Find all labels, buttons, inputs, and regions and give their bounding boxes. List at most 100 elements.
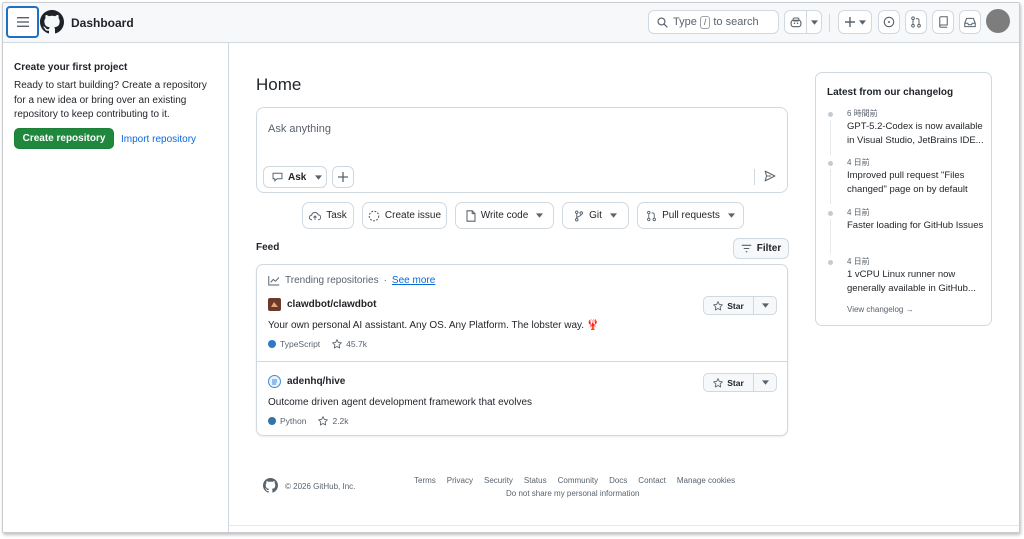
view-changelog-link[interactable]: View changelog → xyxy=(847,305,914,314)
footer-link-terms[interactable]: Terms xyxy=(414,476,436,485)
repo-icon xyxy=(938,16,948,28)
ask-mode-button[interactable]: Ask xyxy=(263,166,327,188)
git-pull-request-icon xyxy=(911,16,921,28)
issues-button[interactable] xyxy=(878,10,900,34)
repo-stars[interactable]: 2.2k xyxy=(332,416,348,426)
ask-mode-label: Ask xyxy=(288,171,307,183)
changelog-panel: Latest from our changelog 6 時間前 GPT-5.2-… xyxy=(815,72,992,326)
write-code-label: Write code xyxy=(480,210,529,221)
changelog-time: 4 日前 xyxy=(847,158,870,167)
timeline-line xyxy=(830,219,831,254)
repo-name-link[interactable]: clawdbot/clawdbot xyxy=(287,299,376,310)
task-label: Task xyxy=(326,210,347,221)
copilot-button[interactable] xyxy=(785,11,807,33)
changelog-text: 1 vCPU Linux runner now generally availa… xyxy=(847,269,976,294)
hamburger-icon xyxy=(16,17,29,27)
comment-icon xyxy=(272,172,283,182)
chevron-down-icon xyxy=(727,213,735,218)
plus-icon xyxy=(338,172,348,182)
create-repository-button[interactable]: Create repository xyxy=(14,128,114,149)
left-sidebar: Create your first project Ready to start… xyxy=(3,43,229,532)
search-shortcut-key: / xyxy=(699,15,711,29)
star-list-dropdown[interactable] xyxy=(754,374,776,391)
footer-link-security[interactable]: Security xyxy=(484,476,513,485)
repo-meta: Python 2.2k xyxy=(268,416,349,426)
star-button-group: Star xyxy=(703,373,777,392)
search-prefix: Type xyxy=(673,16,697,28)
repo-name-link[interactable]: adenhq/hive xyxy=(287,376,345,387)
send-icon[interactable] xyxy=(764,170,776,182)
file-icon xyxy=(466,209,476,222)
inbox-icon xyxy=(964,17,976,27)
chevron-down-icon xyxy=(536,213,544,218)
user-avatar[interactable] xyxy=(986,9,1010,33)
feed-heading: Feed xyxy=(256,242,280,253)
filter-label: Filter xyxy=(756,243,782,254)
footer-link-personal-info[interactable]: Do not share my personal information xyxy=(506,489,639,498)
copilot-dropdown[interactable] xyxy=(807,19,821,25)
cloud-upload-icon xyxy=(309,211,322,220)
timeline-line xyxy=(830,120,831,155)
inbox-button[interactable] xyxy=(959,10,981,34)
pull-requests-action-button[interactable]: Pull requests xyxy=(637,202,744,229)
footer-link-contact[interactable]: Contact xyxy=(638,476,666,485)
write-code-button[interactable]: Write code xyxy=(455,202,554,229)
repo-avatar-icon xyxy=(268,298,281,311)
timeline-dot xyxy=(828,112,833,117)
star-button-group: Star xyxy=(703,296,777,315)
task-button[interactable]: Task xyxy=(302,202,354,229)
chevron-down-icon xyxy=(858,19,866,25)
pull-requests-label: Pull requests xyxy=(662,210,720,221)
create-issue-button[interactable]: Create issue xyxy=(362,202,447,229)
git-label: Git xyxy=(589,210,602,221)
star-button[interactable]: Star xyxy=(704,297,754,314)
repo-stars[interactable]: 45.7k xyxy=(346,339,367,349)
footer-link-community[interactable]: Community xyxy=(558,476,598,485)
star-icon xyxy=(713,300,724,310)
import-repository-link[interactable]: Import repository xyxy=(121,134,196,145)
footer-link-docs[interactable]: Docs xyxy=(609,476,627,485)
footer-link-manage-cookies[interactable]: Manage cookies xyxy=(677,476,735,485)
chevron-down-icon xyxy=(761,380,769,385)
language-color-dot xyxy=(268,340,276,348)
ask-input[interactable]: Ask anything xyxy=(268,123,331,135)
trending-repo-item: clawdbot/clawdbot Star Your own personal… xyxy=(257,285,787,361)
attach-button[interactable] xyxy=(332,166,354,188)
pull-requests-button[interactable] xyxy=(905,10,927,34)
trending-repo-item: adenhq/hive Star Outcome driven agent de… xyxy=(257,361,787,437)
page-context-title[interactable]: Dashboard xyxy=(71,16,134,30)
copilot-button-group xyxy=(784,10,822,34)
search-input[interactable]: Type / to search xyxy=(648,10,779,34)
git-button[interactable]: Git xyxy=(562,202,629,229)
search-suffix: to search xyxy=(713,16,759,28)
filter-button[interactable]: Filter xyxy=(733,238,789,259)
star-button[interactable]: Star xyxy=(704,374,754,391)
github-footer-logo-icon[interactable] xyxy=(263,478,278,493)
timeline-dot xyxy=(828,260,833,265)
footer-link-privacy[interactable]: Privacy xyxy=(447,476,473,485)
changelog-title: Latest from our changelog xyxy=(827,87,954,98)
issue-opened-icon xyxy=(883,16,895,28)
repo-description: Your own personal AI assistant. Any OS. … xyxy=(268,320,600,331)
bottom-divider xyxy=(229,525,1019,526)
sidebar-description: Ready to start building? Create a reposi… xyxy=(14,80,207,120)
star-label: Star xyxy=(727,377,744,388)
copilot-icon xyxy=(790,17,801,27)
plus-icon xyxy=(844,17,855,27)
header-divider xyxy=(829,14,830,32)
footer-link-status[interactable]: Status xyxy=(524,476,547,485)
ask-composer: Ask anything Ask xyxy=(256,107,788,193)
chevron-down-icon xyxy=(810,19,818,25)
star-list-dropdown[interactable] xyxy=(754,297,776,314)
star-icon xyxy=(713,377,724,387)
menu-button[interactable] xyxy=(6,6,39,38)
create-new-button[interactable] xyxy=(838,10,872,34)
github-logo-icon[interactable] xyxy=(40,10,64,34)
changelog-time: 6 時間前 xyxy=(847,109,878,118)
top-header: Dashboard Type / to search xyxy=(3,3,1019,43)
repositories-button[interactable] xyxy=(932,10,954,34)
search-icon xyxy=(657,16,668,28)
star-icon xyxy=(318,416,329,426)
create-issue-label: Create issue xyxy=(384,210,442,221)
trending-card: Trending repositories · See more clawdbo… xyxy=(256,264,788,436)
